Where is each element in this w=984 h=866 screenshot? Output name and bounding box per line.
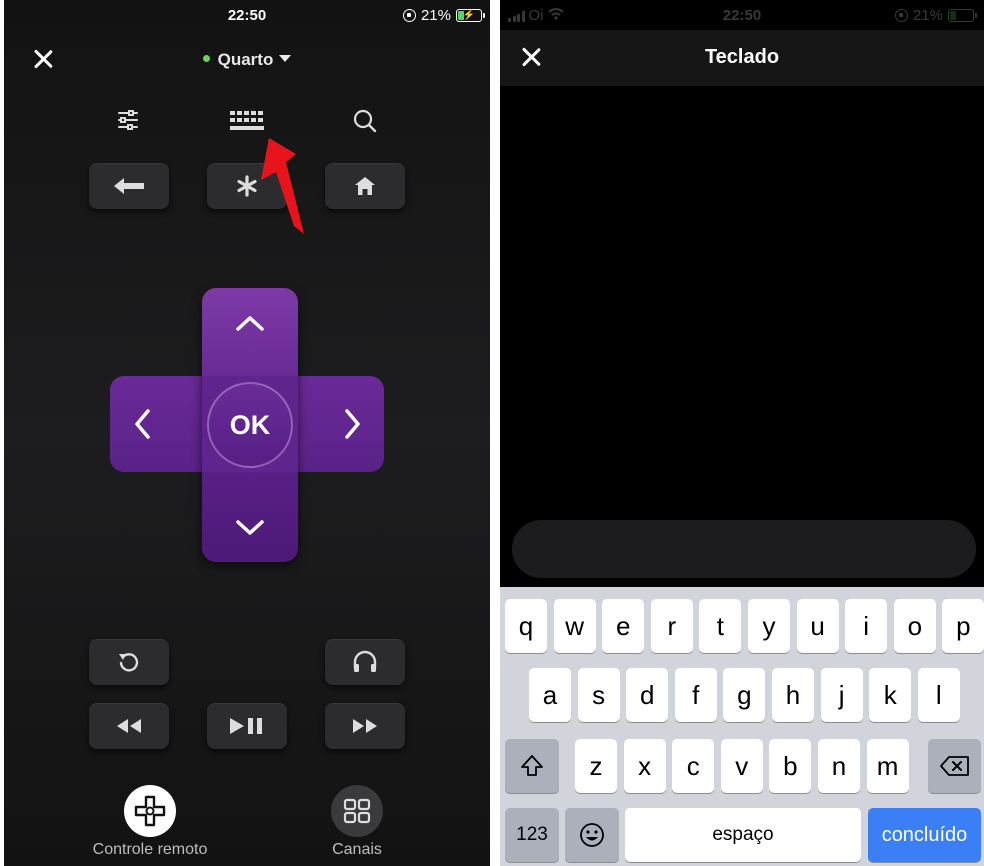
done-key[interactable]: concluído <box>868 808 981 862</box>
orientation-lock-icon <box>894 9 908 22</box>
key-h[interactable]: h <box>772 668 814 722</box>
fast-forward-icon <box>353 719 377 733</box>
nav-channels-label: Canais <box>332 841 382 858</box>
key-w[interactable]: w <box>553 599 596 653</box>
key-q[interactable]: q <box>505 599 547 653</box>
device-name: Quarto <box>217 50 274 69</box>
key-s[interactable]: s <box>577 668 620 722</box>
key-j[interactable]: j <box>820 668 863 722</box>
key-c[interactable]: c <box>672 739 715 793</box>
key-x[interactable]: x <box>623 739 666 793</box>
keyboard-header: Teclado <box>500 30 984 86</box>
dpad-down-button[interactable] <box>202 494 298 562</box>
grid-icon <box>331 785 383 837</box>
key-u[interactable]: u <box>796 599 839 653</box>
back-button[interactable] <box>89 163 169 209</box>
keyboard-icon[interactable] <box>228 109 266 138</box>
screenshot-stage: 22:50 21% ⚡ Quarto OK Controle remoto Ca… <box>0 0 984 866</box>
emoji-icon <box>580 823 604 847</box>
remote-screen: 22:50 21% ⚡ Quarto OK Controle remoto Ca… <box>4 0 490 866</box>
nav-channels[interactable]: Canais <box>317 785 397 859</box>
key-y[interactable]: y <box>748 599 790 653</box>
orientation-lock-icon <box>402 9 416 22</box>
chevron-up-icon <box>236 316 264 331</box>
ok-button[interactable]: OK <box>207 382 293 468</box>
dpad-up-button[interactable] <box>202 288 298 358</box>
sliders-icon[interactable] <box>116 108 140 137</box>
key-b[interactable]: b <box>769 739 812 793</box>
key-l[interactable]: l <box>917 668 960 722</box>
device-status-dot <box>202 55 210 63</box>
headphones-icon <box>353 650 377 672</box>
search-icon[interactable] <box>352 108 378 139</box>
fast-forward-button[interactable] <box>325 703 405 749</box>
key-r[interactable]: r <box>650 599 693 653</box>
arrow-left-icon <box>114 178 144 194</box>
rewind-button[interactable] <box>89 703 169 749</box>
rewind-icon <box>117 719 141 733</box>
shift-icon <box>521 755 543 776</box>
private-listening-button[interactable] <box>325 639 405 685</box>
emoji-key[interactable] <box>565 808 619 862</box>
home-button[interactable] <box>325 163 405 209</box>
keyboard-screen: Oi 22:50 21% Teclado qwertyuiop asdfghjkl… <box>500 0 984 866</box>
caret-down-icon <box>279 55 292 63</box>
status-right: 21% <box>894 7 977 24</box>
battery-icon <box>948 9 977 22</box>
status-bar-dimmed: Oi 22:50 21% <box>500 0 984 32</box>
dpad-left-button[interactable] <box>110 376 176 472</box>
nav-remote-label: Controle remoto <box>92 841 208 858</box>
battery-percent: 21% <box>420 7 451 24</box>
annotation-arrow-icon <box>261 138 304 234</box>
battery-percent: 21% <box>912 7 943 24</box>
backspace-icon <box>939 756 969 776</box>
chevron-left-icon <box>135 409 150 439</box>
battery-icon: ⚡ <box>456 9 485 22</box>
text-input-field[interactable] <box>512 520 976 578</box>
key-k[interactable]: k <box>869 668 912 722</box>
shift-key[interactable] <box>505 739 559 793</box>
replay-icon <box>119 653 139 672</box>
directional-pad: OK <box>110 288 384 562</box>
space-key[interactable]: espaço <box>625 808 861 862</box>
numbers-key[interactable]: 123 <box>505 808 559 862</box>
key-t[interactable]: t <box>699 599 742 653</box>
key-a[interactable]: a <box>529 668 571 722</box>
key-z[interactable]: z <box>575 739 617 793</box>
nav-remote[interactable]: Controle remoto <box>82 785 218 859</box>
key-i[interactable]: i <box>845 599 888 653</box>
key-d[interactable]: d <box>626 668 669 722</box>
remote-dpad-icon <box>124 785 176 837</box>
backspace-key[interactable] <box>928 739 981 793</box>
chevron-right-icon <box>345 409 360 439</box>
key-e[interactable]: e <box>602 599 645 653</box>
onscreen-keyboard: qwertyuiop asdfghjkl zxcvbnm 123 espaço co… <box>500 587 984 866</box>
dpad-right-button[interactable] <box>320 376 384 472</box>
status-bar: 22:50 21% ⚡ <box>4 0 490 32</box>
remote-header: Quarto <box>4 40 490 80</box>
key-n[interactable]: n <box>818 739 860 793</box>
play-pause-icon <box>230 718 262 734</box>
key-v[interactable]: v <box>720 739 763 793</box>
key-p[interactable]: p <box>942 599 984 653</box>
key-o[interactable]: o <box>893 599 936 653</box>
device-selector[interactable]: Quarto <box>4 50 490 70</box>
chevron-down-icon <box>236 520 264 535</box>
status-right: 21% ⚡ <box>402 7 485 24</box>
key-g[interactable]: g <box>723 668 766 722</box>
play-pause-button[interactable] <box>207 703 287 749</box>
home-icon <box>355 177 375 195</box>
replay-button[interactable] <box>89 639 169 685</box>
key-m[interactable]: m <box>866 739 909 793</box>
page-title: Teclado <box>704 46 780 68</box>
key-f[interactable]: f <box>674 668 717 722</box>
